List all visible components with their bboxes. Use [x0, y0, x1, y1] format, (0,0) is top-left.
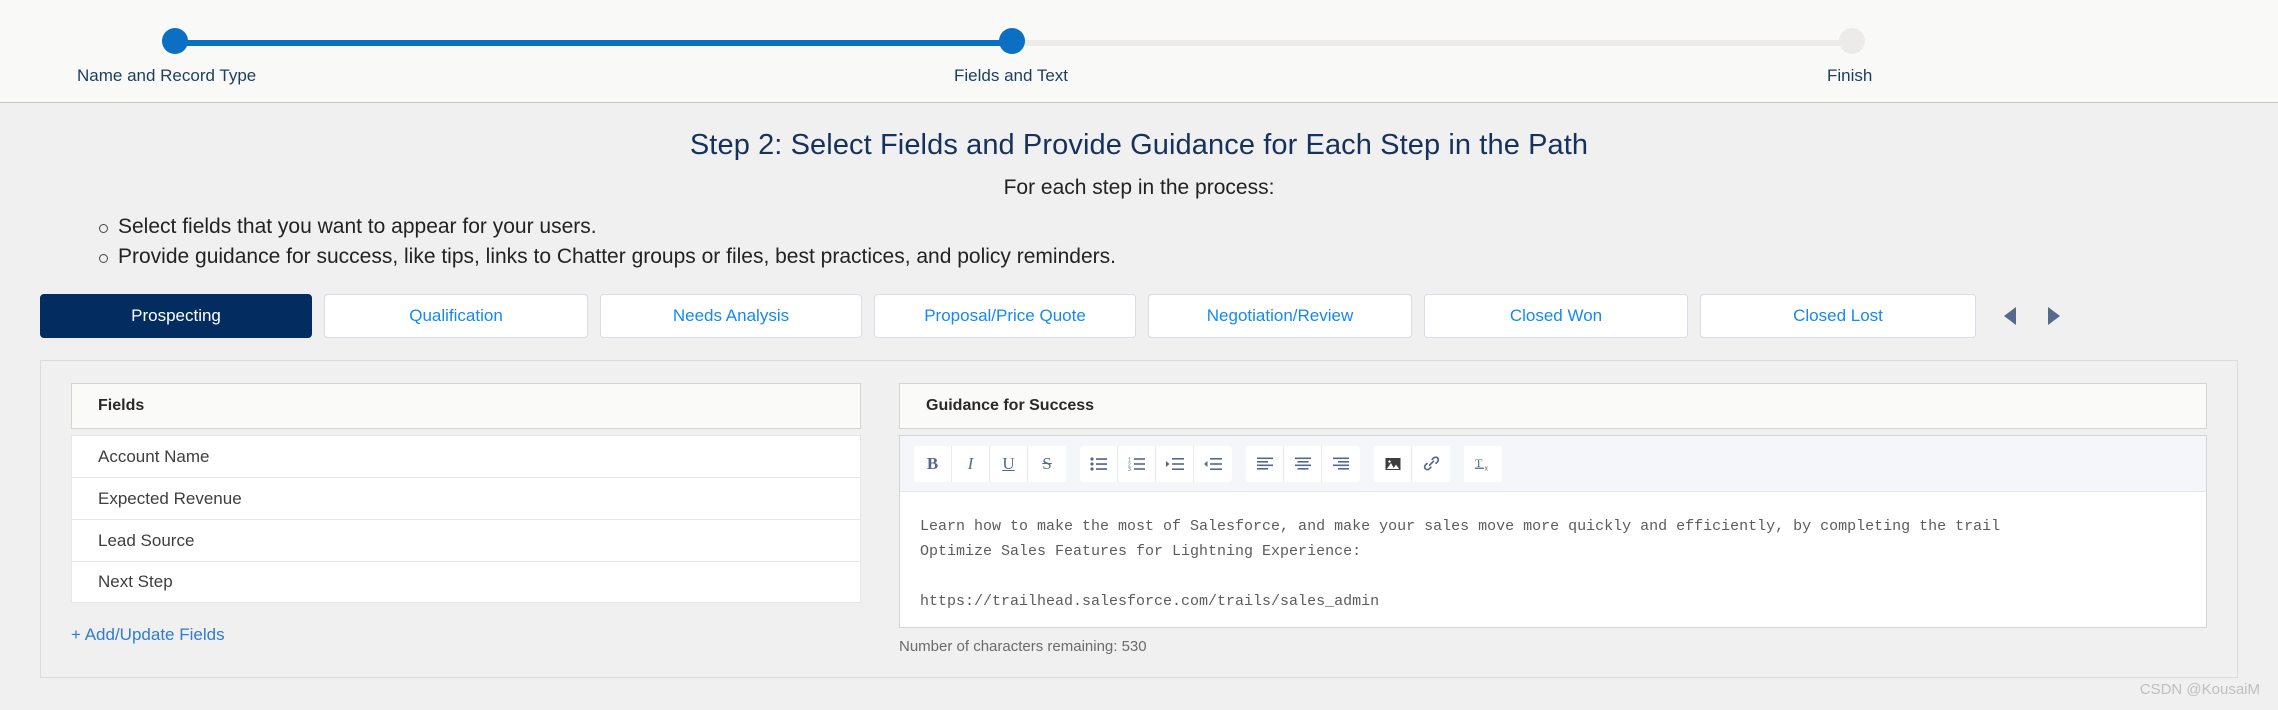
list-item: Select fields that you want to appear fo…	[96, 212, 2278, 242]
italic-icon[interactable]: I	[952, 445, 990, 482]
guidance-blank-line	[920, 564, 2186, 589]
toolbar-group-clear-format: T x	[1464, 445, 1502, 482]
tab-negotiation-review[interactable]: Negotiation/Review	[1148, 294, 1412, 338]
numbered-list-icon[interactable]: 1 2 3	[1118, 445, 1156, 482]
insert-image-icon[interactable]	[1374, 445, 1412, 482]
tab-prospecting[interactable]: Prospecting	[40, 294, 312, 338]
indent-icon[interactable]	[1156, 445, 1194, 482]
fields-list: Account Name Expected Revenue Lead Sourc…	[71, 435, 861, 603]
align-left-icon[interactable]	[1246, 445, 1284, 482]
svg-text:3: 3	[1128, 467, 1131, 471]
bulleted-list-icon[interactable]	[1080, 445, 1118, 482]
toolbar-group-text-style: B I U S	[914, 445, 1066, 482]
progress-step-label-finish: Finish	[1827, 66, 1873, 85]
page-body: Step 2: Select Fields and Provide Guidan…	[0, 103, 2278, 710]
tab-navigation-arrows	[2004, 307, 2060, 325]
align-center-icon[interactable]	[1284, 445, 1322, 482]
wizard-progress-header: Name and Record Type Fields and Text Fin…	[0, 0, 2278, 103]
character-count-label: Number of characters remaining: 530	[899, 638, 1147, 655]
guidance-paragraph-line-1: Learn how to make the most of Salesforce…	[920, 518, 2001, 535]
progress-track-fill	[175, 40, 1014, 46]
rich-text-editor: B I U S 1 2 3 T x Learn how to make the …	[899, 435, 2207, 628]
insert-link-icon[interactable]	[1412, 445, 1450, 482]
path-step-tabs: Prospecting Qualification Needs Analysis…	[0, 294, 2278, 338]
intro-text: For each step in the process:	[1003, 176, 1275, 199]
tab-closed-won[interactable]: Closed Won	[1424, 294, 1688, 338]
chevron-right-icon[interactable]	[2048, 307, 2060, 325]
svg-text:x: x	[1485, 465, 1489, 472]
chevron-left-icon[interactable]	[2004, 307, 2016, 325]
field-row-next-step[interactable]: Next Step	[71, 561, 861, 603]
underline-icon[interactable]: U	[990, 445, 1028, 482]
guidance-column: Guidance for Success B I U S 1 2 3 T x L…	[899, 383, 2207, 655]
add-update-fields-link[interactable]: + Add/Update Fields	[71, 625, 861, 645]
progress-step-label-name-and-record-type: Name and Record Type	[77, 66, 257, 85]
guidance-url: https://trailhead.salesforce.com/trails/…	[920, 593, 1380, 610]
progress-step-dot-name-and-record-type[interactable]	[162, 28, 188, 54]
progress-step-dot-fields-and-text[interactable]	[999, 28, 1025, 54]
progress-step-label-fields-and-text: Fields and Text	[954, 66, 1069, 85]
field-row-lead-source[interactable]: Lead Source	[71, 519, 861, 561]
progress-step-dot-finish[interactable]	[1839, 28, 1865, 54]
tab-needs-analysis[interactable]: Needs Analysis	[600, 294, 862, 338]
guidance-paragraph-line-2: Optimize Sales Features for Lightning Ex…	[920, 543, 1362, 560]
instruction-list: Select fields that you want to appear fo…	[0, 212, 2278, 272]
field-row-account-name[interactable]: Account Name	[71, 435, 861, 477]
fields-card-header: Fields	[71, 383, 861, 429]
toolbar-group-align	[1246, 445, 1360, 482]
bold-icon[interactable]: B	[914, 445, 952, 482]
align-right-icon[interactable]	[1322, 445, 1360, 482]
remove-formatting-icon[interactable]: T x	[1464, 445, 1502, 482]
toolbar-group-insert	[1374, 445, 1450, 482]
field-row-expected-revenue[interactable]: Expected Revenue	[71, 477, 861, 519]
toolbar-group-lists: 1 2 3	[1080, 445, 1232, 482]
fields-column: Fields Account Name Expected Revenue Lea…	[71, 383, 861, 655]
tab-qualification[interactable]: Qualification	[324, 294, 588, 338]
step-detail-panel: Fields Account Name Expected Revenue Lea…	[40, 360, 2238, 678]
page-title: Step 2: Select Fields and Provide Guidan…	[689, 129, 1589, 161]
tab-closed-lost[interactable]: Closed Lost	[1700, 294, 1976, 338]
list-item: Provide guidance for success, like tips,…	[96, 242, 2278, 272]
strikethrough-icon[interactable]: S	[1028, 445, 1066, 482]
tab-proposal-price-quote[interactable]: Proposal/Price Quote	[874, 294, 1136, 338]
outdent-icon[interactable]	[1194, 445, 1232, 482]
guidance-card-header: Guidance for Success	[899, 383, 2207, 429]
guidance-text-area[interactable]: Learn how to make the most of Salesforce…	[900, 492, 2206, 627]
editor-toolbar: B I U S 1 2 3 T x	[900, 436, 2206, 492]
watermark: CSDN @KousaiM	[2139, 681, 2260, 698]
